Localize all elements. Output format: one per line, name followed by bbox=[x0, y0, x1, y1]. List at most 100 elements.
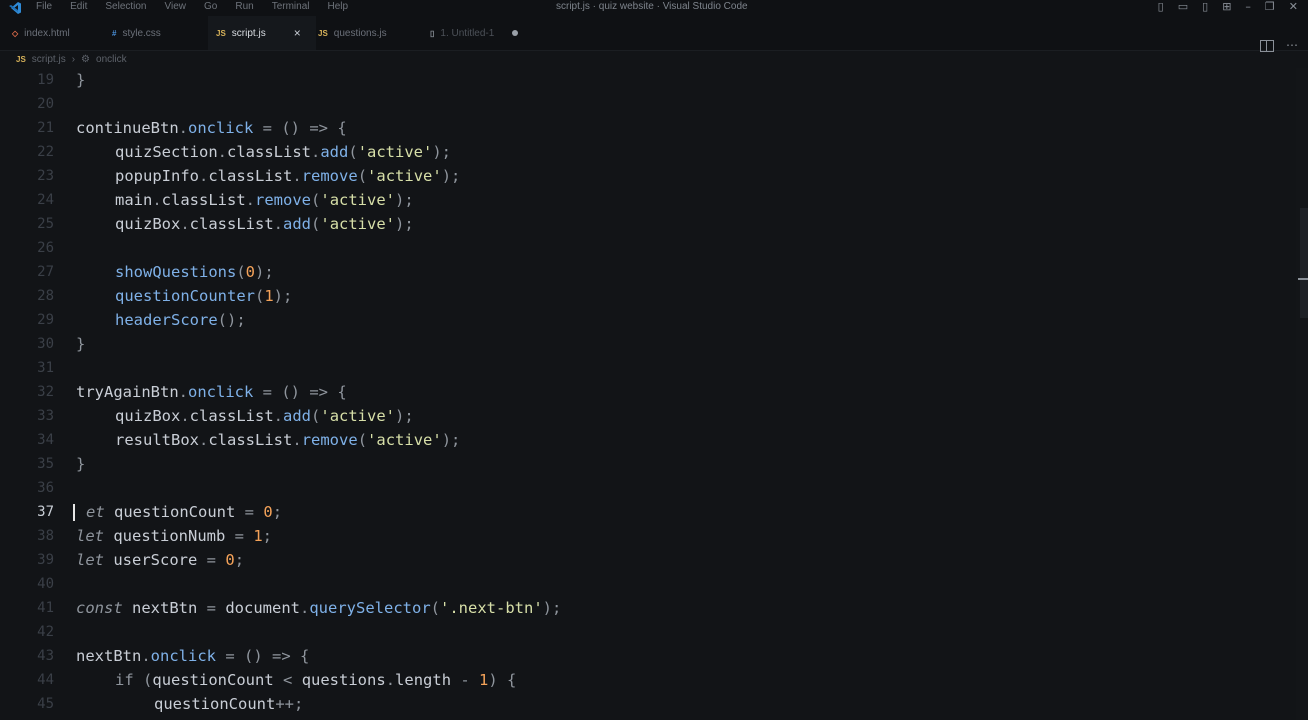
code-text: popupInfo.classList.remove('active'); bbox=[115, 167, 461, 185]
code-line: 27 showQuestions(0); bbox=[0, 260, 1290, 284]
code-line: 43 nextBtn.onclick = () => { bbox=[0, 644, 1290, 668]
code-line: 28 questionCounter(1); bbox=[0, 284, 1290, 308]
code-text: quizBox.classList.add('active'); bbox=[115, 215, 414, 233]
code-text: } bbox=[76, 455, 86, 473]
menu-run[interactable]: Run bbox=[235, 1, 253, 12]
line-number: 38 bbox=[37, 528, 54, 544]
minimize-icon[interactable]: – bbox=[1245, 0, 1251, 13]
line-number: 25 bbox=[37, 216, 54, 232]
restore-icon[interactable]: ❐ bbox=[1265, 0, 1275, 13]
menu-edit[interactable]: Edit bbox=[70, 1, 87, 12]
line-number: 45 bbox=[37, 696, 54, 712]
js-icon: JS bbox=[16, 54, 26, 64]
layout-icon[interactable]: ⊞ bbox=[1222, 0, 1231, 13]
tab-bar: ◇ index.html # style.css JS script.js × … bbox=[0, 16, 1308, 52]
line-number: 43 bbox=[37, 648, 54, 664]
tab-untitled[interactable]: ▯ 1. Untitled-1 bbox=[430, 16, 530, 50]
tab-script-js[interactable]: JS script.js × bbox=[208, 16, 316, 50]
code-line: 36 bbox=[0, 476, 1290, 500]
line-number: 22 bbox=[37, 144, 54, 160]
code-text: const nextBtn = document.querySelector('… bbox=[76, 599, 562, 617]
code-line: 31 bbox=[0, 356, 1290, 380]
code-line: 45 questionCount++; bbox=[0, 692, 1290, 716]
tab-style-css[interactable]: # style.css bbox=[112, 16, 192, 50]
code-line: 38 let questionNumb = 1; bbox=[0, 524, 1290, 548]
window-title: script.js · quiz website · Visual Studio… bbox=[556, 1, 748, 12]
line-number: 24 bbox=[37, 192, 54, 208]
more-actions-icon[interactable]: ⋯ bbox=[1286, 38, 1298, 52]
breadcrumb-file[interactable]: script.js bbox=[32, 54, 66, 65]
unsaved-dot-icon[interactable] bbox=[512, 30, 519, 36]
line-number: 29 bbox=[37, 312, 54, 328]
close-tab-icon[interactable]: × bbox=[294, 26, 301, 40]
line-number: 31 bbox=[37, 360, 54, 376]
line-number: 34 bbox=[37, 432, 54, 448]
code-text: } bbox=[76, 71, 86, 89]
split-editor-icon[interactable] bbox=[1260, 40, 1274, 52]
menu-file[interactable]: File bbox=[36, 1, 52, 12]
code-line: 34 resultBox.classList.remove('active'); bbox=[0, 428, 1290, 452]
code-line: 32 tryAgainBtn.onclick = () => { bbox=[0, 380, 1290, 404]
code-text: tryAgainBtn.onclick = () => { bbox=[76, 383, 347, 401]
close-window-icon[interactable]: ✕ bbox=[1289, 0, 1298, 13]
line-number: 20 bbox=[37, 96, 54, 112]
toggle-secondary-sidebar-icon[interactable]: ▯ bbox=[1202, 0, 1208, 13]
line-number: 37 bbox=[37, 504, 54, 520]
line-number: 32 bbox=[37, 384, 54, 400]
scrollbar-thumb[interactable] bbox=[1300, 208, 1308, 318]
code-line: 26 bbox=[0, 236, 1290, 260]
css-icon: # bbox=[112, 28, 117, 38]
toggle-sidebar-icon[interactable]: ▯ bbox=[1158, 0, 1164, 13]
line-number: 35 bbox=[37, 456, 54, 472]
vertical-scrollbar[interactable] bbox=[1296, 68, 1308, 720]
code-line: 40 bbox=[0, 572, 1290, 596]
menu-selection[interactable]: Selection bbox=[105, 1, 146, 12]
code-line: 44 if (questionCount < questions.length -… bbox=[0, 668, 1290, 692]
tab-label: index.html bbox=[24, 27, 70, 39]
js-icon: JS bbox=[318, 28, 328, 38]
code-line: 23 popupInfo.classList.remove('active'); bbox=[0, 164, 1290, 188]
menu-view[interactable]: View bbox=[165, 1, 187, 12]
code-line: 41 const nextBtn = document.querySelector… bbox=[0, 596, 1290, 620]
code-line: 35} bbox=[0, 452, 1290, 476]
line-number: 19 bbox=[37, 72, 54, 88]
window-controls: ▯ ▭ ▯ ⊞ – ❐ ✕ bbox=[1158, 0, 1298, 13]
code-text: showQuestions(0); bbox=[115, 263, 274, 281]
tab-label: 1. Untitled-1 bbox=[440, 27, 495, 39]
code-text: resultBox.classList.remove('active'); bbox=[115, 431, 461, 449]
scrollbar-cursor-marker bbox=[1298, 278, 1308, 280]
line-number: 33 bbox=[37, 408, 54, 424]
toggle-panel-icon[interactable]: ▭ bbox=[1178, 0, 1188, 13]
line-number: 39 bbox=[37, 552, 54, 568]
line-number: 42 bbox=[37, 624, 54, 640]
breadcrumb-separator: › bbox=[71, 53, 76, 65]
breadcrumb: JS script.js › ⚙ onclick bbox=[16, 51, 127, 67]
code-line: 30} bbox=[0, 332, 1290, 356]
tab-index-html[interactable]: ◇ index.html bbox=[8, 16, 100, 50]
line-number: 40 bbox=[37, 576, 54, 592]
code-text: let userScore = 0; bbox=[76, 551, 245, 569]
code-line: 39 let userScore = 0; bbox=[0, 548, 1290, 572]
code-text: questionCount++; bbox=[154, 695, 304, 713]
code-text: continueBtn.onclick = () => { bbox=[76, 119, 347, 137]
code-editor[interactable]: 19} 20 21 continueBtn.onclick = () => { 2… bbox=[0, 68, 1296, 720]
method-icon: ⚙ bbox=[81, 53, 91, 65]
code-line: 25 quizBox.classList.add('active'); bbox=[0, 212, 1290, 236]
code-text: } bbox=[76, 335, 86, 353]
code-line: 22 quizSection.classList.add('active'); bbox=[0, 140, 1290, 164]
code-text: main.classList.remove('active'); bbox=[115, 191, 414, 209]
breadcrumb-symbol[interactable]: onclick bbox=[96, 54, 127, 65]
code-line-current: 37 et questionCount = 0; bbox=[0, 500, 1290, 524]
tab-questions-js[interactable]: JS questions.js bbox=[318, 16, 414, 50]
line-number: 44 bbox=[37, 672, 54, 688]
html-icon: ◇ bbox=[12, 28, 19, 38]
line-number: 21 bbox=[37, 120, 54, 136]
menu-terminal[interactable]: Terminal bbox=[272, 1, 310, 12]
line-number: 23 bbox=[37, 168, 54, 184]
tab-label: script.js bbox=[231, 27, 266, 39]
code-line: 19} bbox=[0, 68, 1290, 92]
line-number: 30 bbox=[37, 336, 54, 352]
line-number: 26 bbox=[37, 240, 54, 256]
menu-go[interactable]: Go bbox=[204, 1, 217, 12]
menu-help[interactable]: Help bbox=[328, 1, 349, 12]
